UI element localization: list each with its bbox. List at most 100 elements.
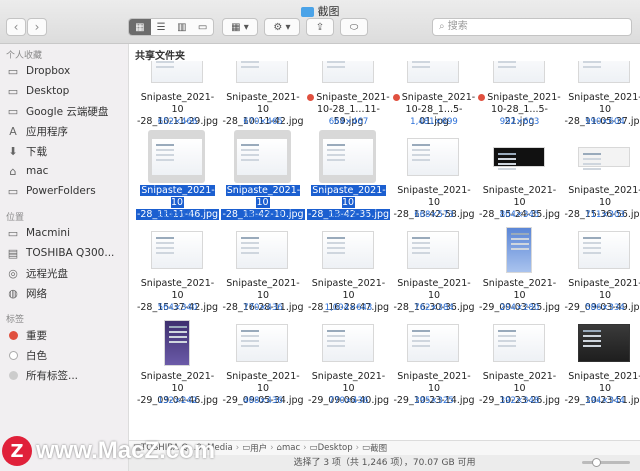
file-name-line1: Snipaste_2021-10	[226, 92, 300, 115]
file-name-line1: Snipaste_2021-10	[140, 278, 215, 301]
file-item[interactable]: Snipaste_2021-10 -29_09-05-34.jpg 468×436	[221, 316, 306, 421]
file-name-line1: Snipaste_2021-10	[568, 92, 640, 115]
column-view-icon[interactable]: ▥	[171, 19, 192, 35]
file-name-line1: Snipaste_2021-10	[140, 92, 215, 115]
file-item[interactable]: Snipaste_2021-10 -29_09-04-46.jpg 132×242	[135, 316, 220, 421]
download-icon: ⬇	[8, 144, 18, 158]
sidebar-tag-important[interactable]: 重要	[6, 326, 128, 344]
sidebar-item-network[interactable]: ◍ 网络	[6, 284, 128, 302]
sidebar-item-desktop[interactable]: ▭ Desktop	[6, 82, 128, 100]
file-thumbnail[interactable]	[576, 130, 633, 183]
path-item[interactable]: 截图	[370, 442, 387, 454]
file-item[interactable]: Snipaste_2021-10 -29_10-23-26.jpg 392×348	[477, 316, 562, 421]
file-item[interactable]: Snipaste_2021-10 -28_16-28-47.jpg 1,004×64…	[306, 223, 391, 328]
chevron-right-icon: ›	[235, 443, 240, 453]
file-thumbnail[interactable]	[490, 130, 547, 183]
locations-header: 位置	[6, 213, 25, 223]
file-thumbnail[interactable]	[148, 130, 205, 183]
path-item[interactable]: 用户	[250, 442, 267, 454]
sidebar-item-remote-disc[interactable]: ◎ 远程光盘	[6, 264, 128, 282]
red-tag-icon	[392, 94, 400, 101]
file-thumbnail[interactable]	[234, 223, 291, 276]
image-preview	[578, 230, 630, 269]
sidebar-item-dropbox[interactable]: ▭ Dropbox	[6, 62, 128, 80]
file-item[interactable]: Snipaste_2021-10 -28_16-30-36.jpg 762×384	[392, 223, 477, 328]
sidebar-tag-all[interactable]: 所有标签...	[6, 366, 128, 384]
file-thumbnail[interactable]	[234, 61, 291, 90]
sidebar-item-toshiba[interactable]: ▤ TOSHIBA Q300...	[6, 244, 128, 262]
file-thumbnail[interactable]	[148, 61, 205, 90]
file-item[interactable]: Snipaste_2021-10 -28_13-42-35.jpg 668×573	[306, 130, 391, 235]
sidebar-item-google-drive[interactable]: ▭ Google 云端硬盘	[6, 102, 128, 120]
image-preview	[492, 323, 545, 362]
file-item[interactable]: Snipaste_2021-10 -28_16-28-11.jpg 770×436	[221, 223, 306, 328]
file-thumbnail[interactable]	[490, 316, 547, 369]
folder-icon: ▭	[242, 443, 251, 453]
file-thumbnail[interactable]	[576, 223, 633, 276]
watermark-text: www.MacZ.com	[36, 437, 216, 464]
tag-icon[interactable]: ⬭	[340, 18, 368, 36]
file-item[interactable]: Snipaste_2021-10 -29_09-03-25.jpg 204×280	[477, 223, 562, 328]
file-thumbnail[interactable]	[405, 61, 462, 90]
sidebar-item-powerfolders[interactable]: ▭ PowerFolders	[6, 182, 128, 200]
sidebar-item-home[interactable]: ⌂ mac	[6, 162, 128, 180]
file-item[interactable]: Snipaste_2021-10 -28_11-11-46.jpg 981×591	[135, 130, 220, 235]
folder-icon: ▭	[309, 443, 318, 453]
file-item[interactable]: Snipaste_2021-10 -29_10-23-51.jpg 394×344	[563, 316, 640, 421]
file-thumbnail[interactable]	[148, 223, 205, 276]
watermark-logo: Z	[2, 436, 32, 466]
sidebar-tag-white[interactable]: 白色	[6, 346, 128, 364]
grid-view-icon[interactable]: ▦	[129, 19, 151, 35]
file-name-line1: Snipaste_2021-10	[311, 185, 386, 208]
gear-icon[interactable]: ⚙ ▾	[264, 18, 300, 36]
file-thumbnail[interactable]	[405, 316, 462, 369]
view-switcher[interactable]: ▦ ☰ ▥ ▭	[128, 18, 214, 36]
file-thumbnail[interactable]	[319, 130, 376, 183]
file-item[interactable]: Snipaste_2021-10 -29_10-23-14.jpg 395×325	[392, 316, 477, 421]
gallery-view-icon[interactable]: ▭	[192, 19, 213, 35]
file-thumbnail[interactable]	[319, 61, 376, 90]
path-item[interactable]: mac	[282, 443, 300, 453]
image-preview	[321, 323, 374, 362]
forward-button[interactable]: ›	[27, 18, 47, 36]
list-view-icon[interactable]: ☰	[151, 19, 172, 35]
file-thumbnail[interactable]	[319, 316, 376, 369]
path-item[interactable]: Desktop	[318, 443, 353, 453]
back-button[interactable]: ‹	[6, 18, 26, 36]
file-browser: 共享文件夹 Snipaste_2021-10 -28_10-11-29.jpg 65…	[129, 44, 640, 440]
icon-size-slider[interactable]	[582, 458, 630, 467]
file-thumbnail[interactable]	[234, 316, 291, 369]
share-icon[interactable]: ⇪	[306, 18, 334, 36]
sidebar-item-applications[interactable]: Α 应用程序	[6, 122, 128, 140]
sidebar-item-downloads[interactable]: ⬇ 下载	[6, 142, 128, 160]
image-preview	[505, 226, 532, 273]
file-item[interactable]: Snipaste_2021-10 -28_13-42-58.jpg 668×573	[392, 130, 477, 235]
home-icon: ⌂	[9, 164, 17, 178]
image-preview	[321, 137, 374, 176]
watermark: Z www.MacZ.com	[2, 434, 215, 468]
image-dimensions: 992×603	[499, 117, 540, 127]
slider-handle[interactable]	[592, 458, 601, 467]
sidebar-item-macmini[interactable]: ▭ Macmini	[6, 224, 128, 242]
group-icon[interactable]: ▦ ▾	[222, 18, 258, 36]
file-item[interactable]: Snipaste_2021-10 -28_13-42-10.jpg 668×598	[221, 130, 306, 235]
file-item[interactable]: Snipaste_2021-10 -29_09-06-40.jpg 770×436	[306, 316, 391, 421]
file-item[interactable]: Snipaste_2021-10 -28_15-37-42.jpg 564×340	[135, 223, 220, 328]
image-preview	[150, 61, 203, 83]
file-thumbnail[interactable]	[490, 223, 547, 276]
file-thumbnail[interactable]	[490, 61, 547, 90]
file-thumbnail[interactable]	[576, 61, 633, 90]
file-thumbnail[interactable]	[148, 316, 205, 369]
file-item[interactable]: Snipaste_2021-10 -29_09-03-49.jpg 586×334	[563, 223, 640, 328]
file-item[interactable]: Snipaste_2021-10 -28_15-36-56.jpg 711×303	[563, 130, 640, 235]
file-thumbnail[interactable]	[405, 223, 462, 276]
image-preview	[150, 230, 203, 269]
file-thumbnail[interactable]	[405, 130, 462, 183]
file-thumbnail[interactable]	[319, 223, 376, 276]
image-dimensions: 668×573	[414, 210, 454, 220]
file-item[interactable]: Snipaste_2021-10 -28_15-24-35.jpg 804×345	[477, 130, 562, 235]
search-input[interactable]: ⌕ 搜索	[432, 18, 632, 36]
file-thumbnail[interactable]	[233, 130, 291, 183]
file-name-line1: Snipaste_2021-	[307, 92, 390, 103]
file-thumbnail[interactable]	[576, 316, 633, 369]
